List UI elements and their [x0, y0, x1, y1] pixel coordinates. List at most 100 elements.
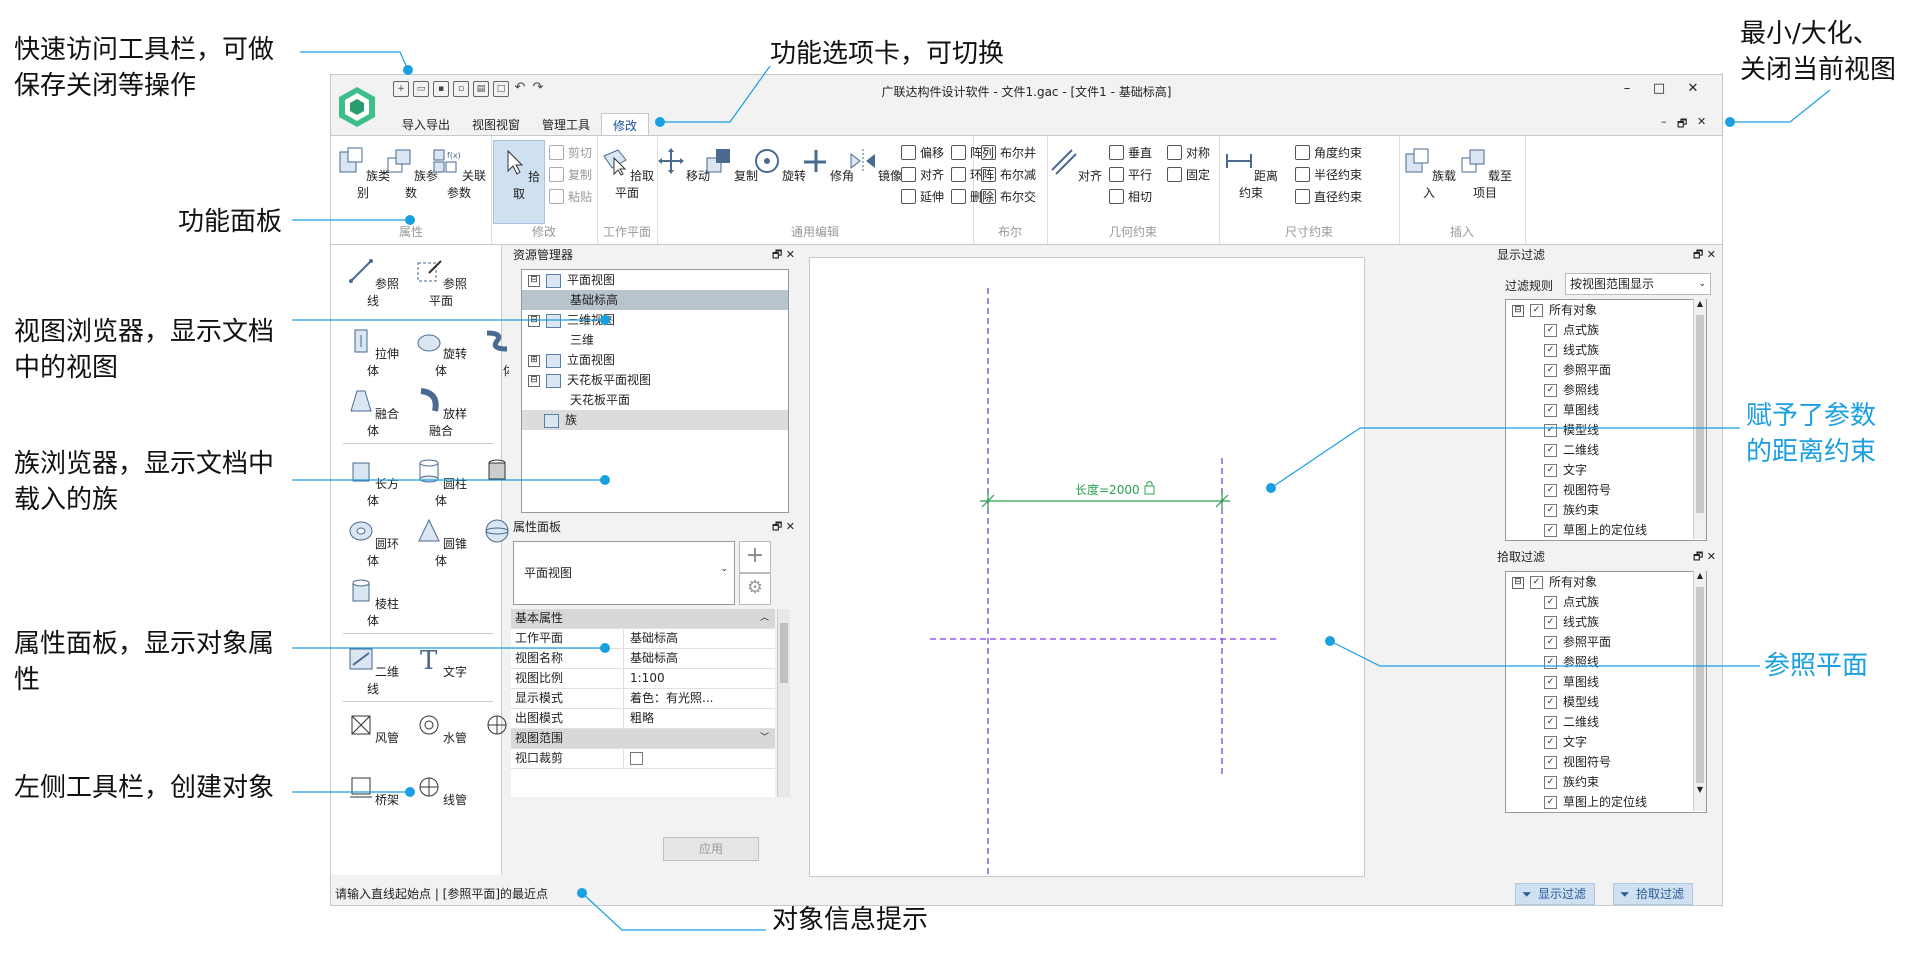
checkbox[interactable]: ✓ — [1544, 776, 1557, 789]
checkbox[interactable]: ✓ — [1544, 716, 1557, 729]
mirror-button[interactable]: 镜像 — [847, 146, 903, 184]
filter-item[interactable]: ✓ 参照平面 — [1506, 632, 1706, 652]
apply-button[interactable]: 应用 — [663, 837, 759, 861]
checkbox[interactable]: ✓ — [1544, 616, 1557, 629]
tool-cone[interactable]: 圆锥体 — [411, 517, 471, 569]
filter-item[interactable]: ✓ 参照线 — [1506, 380, 1706, 400]
tool-cable-tray[interactable]: 桥架 — [343, 773, 403, 808]
filter-item[interactable]: ✓ 草图线 — [1506, 672, 1706, 692]
filter-item[interactable]: ✓ 参照平面 — [1506, 360, 1706, 380]
tab-modify[interactable]: 修改 — [601, 113, 650, 137]
prop-row[interactable]: 视图比例 1:100 — [511, 669, 775, 689]
checkbox[interactable]: ✓ — [1544, 324, 1557, 337]
link-params-button[interactable]: f(x) 关联参数 — [431, 146, 487, 201]
maximize-button[interactable]: □ — [1649, 81, 1669, 96]
load-family-button[interactable]: 族载入 — [1401, 146, 1457, 201]
filter-item[interactable]: ✓ 点式族 — [1506, 320, 1706, 340]
tool-prism[interactable]: 棱柱体 — [343, 577, 403, 629]
type-selector[interactable]: 平面视图 ⌄ — [513, 541, 735, 605]
checkbox[interactable]: ✓ — [1544, 524, 1557, 537]
bool-intersect-button[interactable]: 布尔交 — [981, 188, 1036, 205]
checkbox[interactable]: ✓ — [1544, 384, 1557, 397]
filter-item[interactable]: ✓ 文字 — [1506, 732, 1706, 752]
fix-button[interactable]: 固定 — [1167, 166, 1210, 183]
checkbox[interactable]: ✓ — [1530, 576, 1543, 589]
panel-close-icon[interactable]: 🗗 ✕ — [772, 517, 795, 537]
pick-button[interactable]: 拾取 — [493, 140, 545, 224]
prop-row[interactable]: 显示模式 着色：有光照... — [511, 689, 775, 709]
tool-extrusion[interactable]: 拉伸体 — [343, 327, 403, 379]
doc-minimize-button[interactable]: – — [1661, 115, 1667, 128]
checkbox[interactable]: ✓ — [1544, 656, 1557, 669]
tool-2d-line[interactable]: 二维线 — [343, 645, 403, 697]
tab-view-window[interactable]: 视图视窗 — [461, 113, 531, 137]
tree-item[interactable]: ⊟ 三维视图 — [522, 310, 788, 330]
dimension-label[interactable]: 长度=2000 — [1075, 482, 1140, 497]
filter-item[interactable]: ✓ 二维线 — [1506, 712, 1706, 732]
filter-item[interactable]: ✓ 视图符号 — [1506, 480, 1706, 500]
checkbox[interactable]: ✓ — [1544, 796, 1557, 809]
checkbox[interactable]: ✓ — [1544, 696, 1557, 709]
checkbox[interactable]: ✓ — [1544, 504, 1557, 517]
checkbox[interactable]: ✓ — [1530, 304, 1543, 317]
add-type-button[interactable]: + — [739, 541, 771, 573]
checkbox[interactable]: ✓ — [1544, 424, 1557, 437]
tool-box[interactable]: 长方体 — [343, 457, 403, 509]
tab-import-export[interactable]: 导入导出 — [391, 113, 461, 137]
distance-constraint-button[interactable]: 距离约束 — [1223, 146, 1279, 201]
checkbox[interactable]: ✓ — [1544, 464, 1557, 477]
filter-item[interactable]: ✓ 模型线 — [1506, 420, 1706, 440]
prop-row[interactable]: 视图名称 基础标高 — [511, 649, 775, 669]
tree-item[interactable]: ⊟ 天花板平面视图 — [522, 370, 788, 390]
panel-close-icon[interactable]: 🗗 ✕ — [1693, 547, 1716, 567]
diameter-constraint-button[interactable]: 直径约束 — [1295, 188, 1362, 205]
filter-item[interactable]: ✓ 草图上的定位线 — [1506, 792, 1706, 812]
filter-item[interactable]: ✓ 族约束 — [1506, 500, 1706, 520]
drawing-canvas[interactable]: 长度=2000 — [809, 257, 1365, 877]
display-filter-button[interactable]: ⏷ 显示过滤 — [1515, 883, 1596, 905]
tool-water-pipe[interactable]: 水管 — [411, 711, 471, 746]
parallel-button[interactable]: 平行 — [1109, 166, 1152, 183]
checkbox[interactable]: ✓ — [1544, 636, 1557, 649]
tangent-button[interactable]: 相切 — [1109, 188, 1152, 205]
checkbox[interactable]: ✓ — [1544, 484, 1557, 497]
checkbox[interactable]: ✓ — [1544, 404, 1557, 417]
filter-item[interactable]: ✓ 视图符号 — [1506, 752, 1706, 772]
tool-cylinder[interactable]: 圆柱体 — [411, 457, 471, 509]
filter-scrollbar[interactable]: ▲ — [1693, 299, 1706, 539]
pick-plane-button[interactable]: 拾取平面 — [599, 146, 655, 201]
tree-item[interactable]: ⊟ 平面视图 — [522, 270, 788, 290]
filter-item[interactable]: ✓ 草图上的定位线 — [1506, 520, 1706, 540]
prop-row[interactable]: 出图模式 粗略 — [511, 709, 775, 729]
filter-item[interactable]: ✓ 草图线 — [1506, 400, 1706, 420]
align-button[interactable]: 对齐 — [1047, 146, 1103, 184]
tab-manage[interactable]: 管理工具 — [531, 113, 601, 137]
checkbox[interactable]: ✓ — [1544, 736, 1557, 749]
copy-button[interactable]: 复制 — [549, 166, 592, 183]
close-button[interactable]: ✕ — [1683, 81, 1703, 96]
filter-item[interactable]: ✓ 二维线 — [1506, 440, 1706, 460]
paste-button[interactable]: 粘贴 — [549, 188, 592, 205]
crop-checkbox[interactable] — [630, 752, 643, 765]
checkbox[interactable]: ✓ — [1544, 756, 1557, 769]
doc-restore-button[interactable]: 🗗 — [1677, 115, 1687, 134]
tool-text[interactable]: T 文字 — [411, 645, 471, 680]
tree-item[interactable]: 三维 — [522, 330, 788, 350]
checkbox[interactable]: ✓ — [1544, 676, 1557, 689]
tool-ref-line[interactable]: 参照线 — [343, 257, 403, 309]
panel-close-icon[interactable]: 🗗 ✕ — [1693, 245, 1716, 265]
symmetric-button[interactable]: 对称 — [1167, 144, 1210, 161]
prop-row[interactable]: 工作平面 基础标高 — [511, 629, 775, 649]
extend-button[interactable]: 延伸 — [901, 188, 944, 205]
section-header[interactable]: 视图范围 ﹀ — [511, 729, 775, 749]
doc-close-button[interactable]: ✕ — [1697, 115, 1706, 128]
tree-item[interactable]: ⊞ 立面视图 — [522, 350, 788, 370]
tool-conduit[interactable]: 线管 — [411, 773, 471, 808]
load-to-project-button[interactable]: 载至项目 — [1457, 146, 1513, 201]
filter-item[interactable]: ✓ 参照线 — [1506, 652, 1706, 672]
tool-torus[interactable]: 圆环体 — [343, 517, 403, 569]
tool-blend[interactable]: 融合体 — [343, 387, 403, 439]
filter-rule-select[interactable]: 按视图范围显示 ⌄ — [1565, 273, 1711, 295]
align-small-button[interactable]: 对齐 — [901, 166, 944, 183]
tool-sweep-blend[interactable]: 放样融合 — [411, 387, 471, 439]
